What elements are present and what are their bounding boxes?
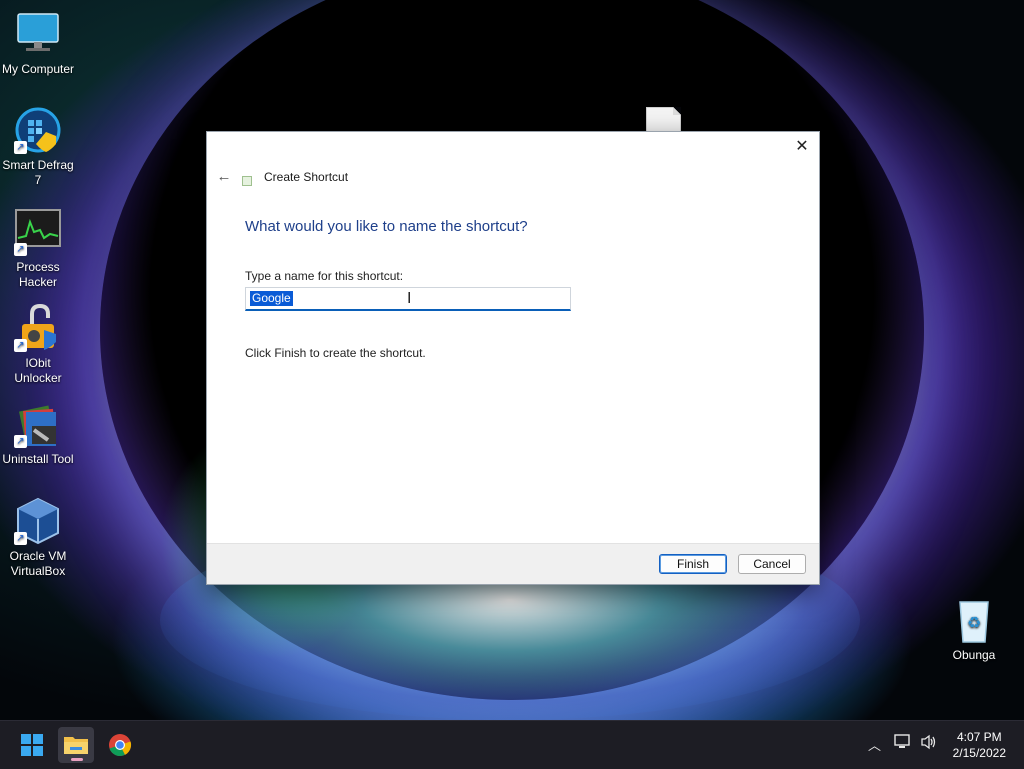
start-button[interactable] [14, 727, 50, 763]
desktop-icon-smart-defrag[interactable]: ↗ Smart Defrag 7 [0, 106, 76, 188]
iobit-unlocker-icon: ↗ [14, 303, 62, 352]
recycle-bin-icon: ♻ [950, 596, 998, 644]
dialog-heading: What would you like to name the shortcut… [245, 218, 528, 235]
volume-icon[interactable] [920, 734, 938, 754]
desktop-icon-label: IObit Unlocker [14, 356, 62, 385]
uninstall-tool-icon: ↗ [14, 400, 62, 448]
network-icon[interactable] [894, 734, 912, 754]
finish-instructions: Click Finish to create the shortcut. [245, 346, 426, 360]
shortcut-arrow-icon: ↗ [14, 532, 27, 545]
desktop-icon-iobit-unlocker[interactable]: ↗ IObit Unlocker [0, 303, 76, 386]
taskbar-file-explorer[interactable] [58, 727, 94, 763]
desktop-icon-recycle-bin[interactable]: ♻ Obunga [936, 596, 1012, 663]
chevron-up-icon[interactable]: ︿ [868, 735, 881, 754]
shortcut-arrow-icon: ↗ [14, 339, 27, 352]
smart-defrag-icon: ↗ [14, 106, 62, 154]
finish-button[interactable]: Finish [659, 554, 727, 574]
shortcut-arrow-icon: ↗ [14, 243, 27, 256]
desktop-icon-label: Oracle VM VirtualBox [9, 549, 67, 578]
desktop-icon-my-computer[interactable]: My Computer [0, 10, 76, 77]
system-clock[interactable]: 4:07 PM 2/15/2022 [953, 729, 1006, 761]
dialog-footer: Finish Cancel [207, 543, 819, 584]
taskbar: ︿ 4:07 PM 2/15/2022 [0, 720, 1024, 769]
monitor-icon [14, 10, 62, 58]
taskbar-chrome[interactable] [102, 727, 138, 763]
shortcut-wizard-icon [242, 176, 252, 186]
active-indicator [71, 758, 83, 761]
svg-text:♻: ♻ [967, 613, 981, 632]
shortcut-arrow-icon: ↗ [14, 435, 27, 448]
create-shortcut-dialog: ✕ ← Create Shortcut What would you like … [206, 131, 820, 585]
file-icon[interactable] [646, 107, 681, 132]
desktop-icon-label: Process Hacker [16, 260, 60, 289]
chrome-icon [109, 734, 132, 757]
cancel-button[interactable]: Cancel [738, 554, 806, 574]
close-icon[interactable]: ✕ [793, 138, 811, 156]
shortcut-arrow-icon: ↗ [14, 141, 27, 154]
selected-text: Google [250, 291, 293, 306]
back-arrow-icon[interactable]: ← [215, 168, 233, 185]
desktop-icon-label: Smart Defrag 7 [2, 158, 74, 187]
process-hacker-icon: ↗ [14, 208, 62, 256]
desktop-icon-uninstall-tool[interactable]: ↗ Uninstall Tool [0, 400, 76, 467]
desktop-icon-label: My Computer [1, 62, 75, 76]
clock-date: 2/15/2022 [952, 746, 1006, 760]
clock-time: 4:07 PM [956, 730, 1002, 744]
desktop-icon-label: Obunga [952, 648, 996, 662]
virtualbox-icon: ↗ [14, 497, 62, 545]
text-cursor-icon: I [407, 290, 412, 307]
desktop-icon-process-hacker[interactable]: ↗ Process Hacker [0, 208, 76, 290]
dialog-title: Create Shortcut [264, 170, 349, 184]
windows-logo-icon [21, 734, 43, 756]
desktop-icon-virtualbox[interactable]: ↗ Oracle VM VirtualBox [0, 497, 76, 579]
shortcut-name-label: Type a name for this shortcut: [245, 269, 404, 283]
desktop-icon-label: Uninstall Tool [2, 452, 74, 466]
